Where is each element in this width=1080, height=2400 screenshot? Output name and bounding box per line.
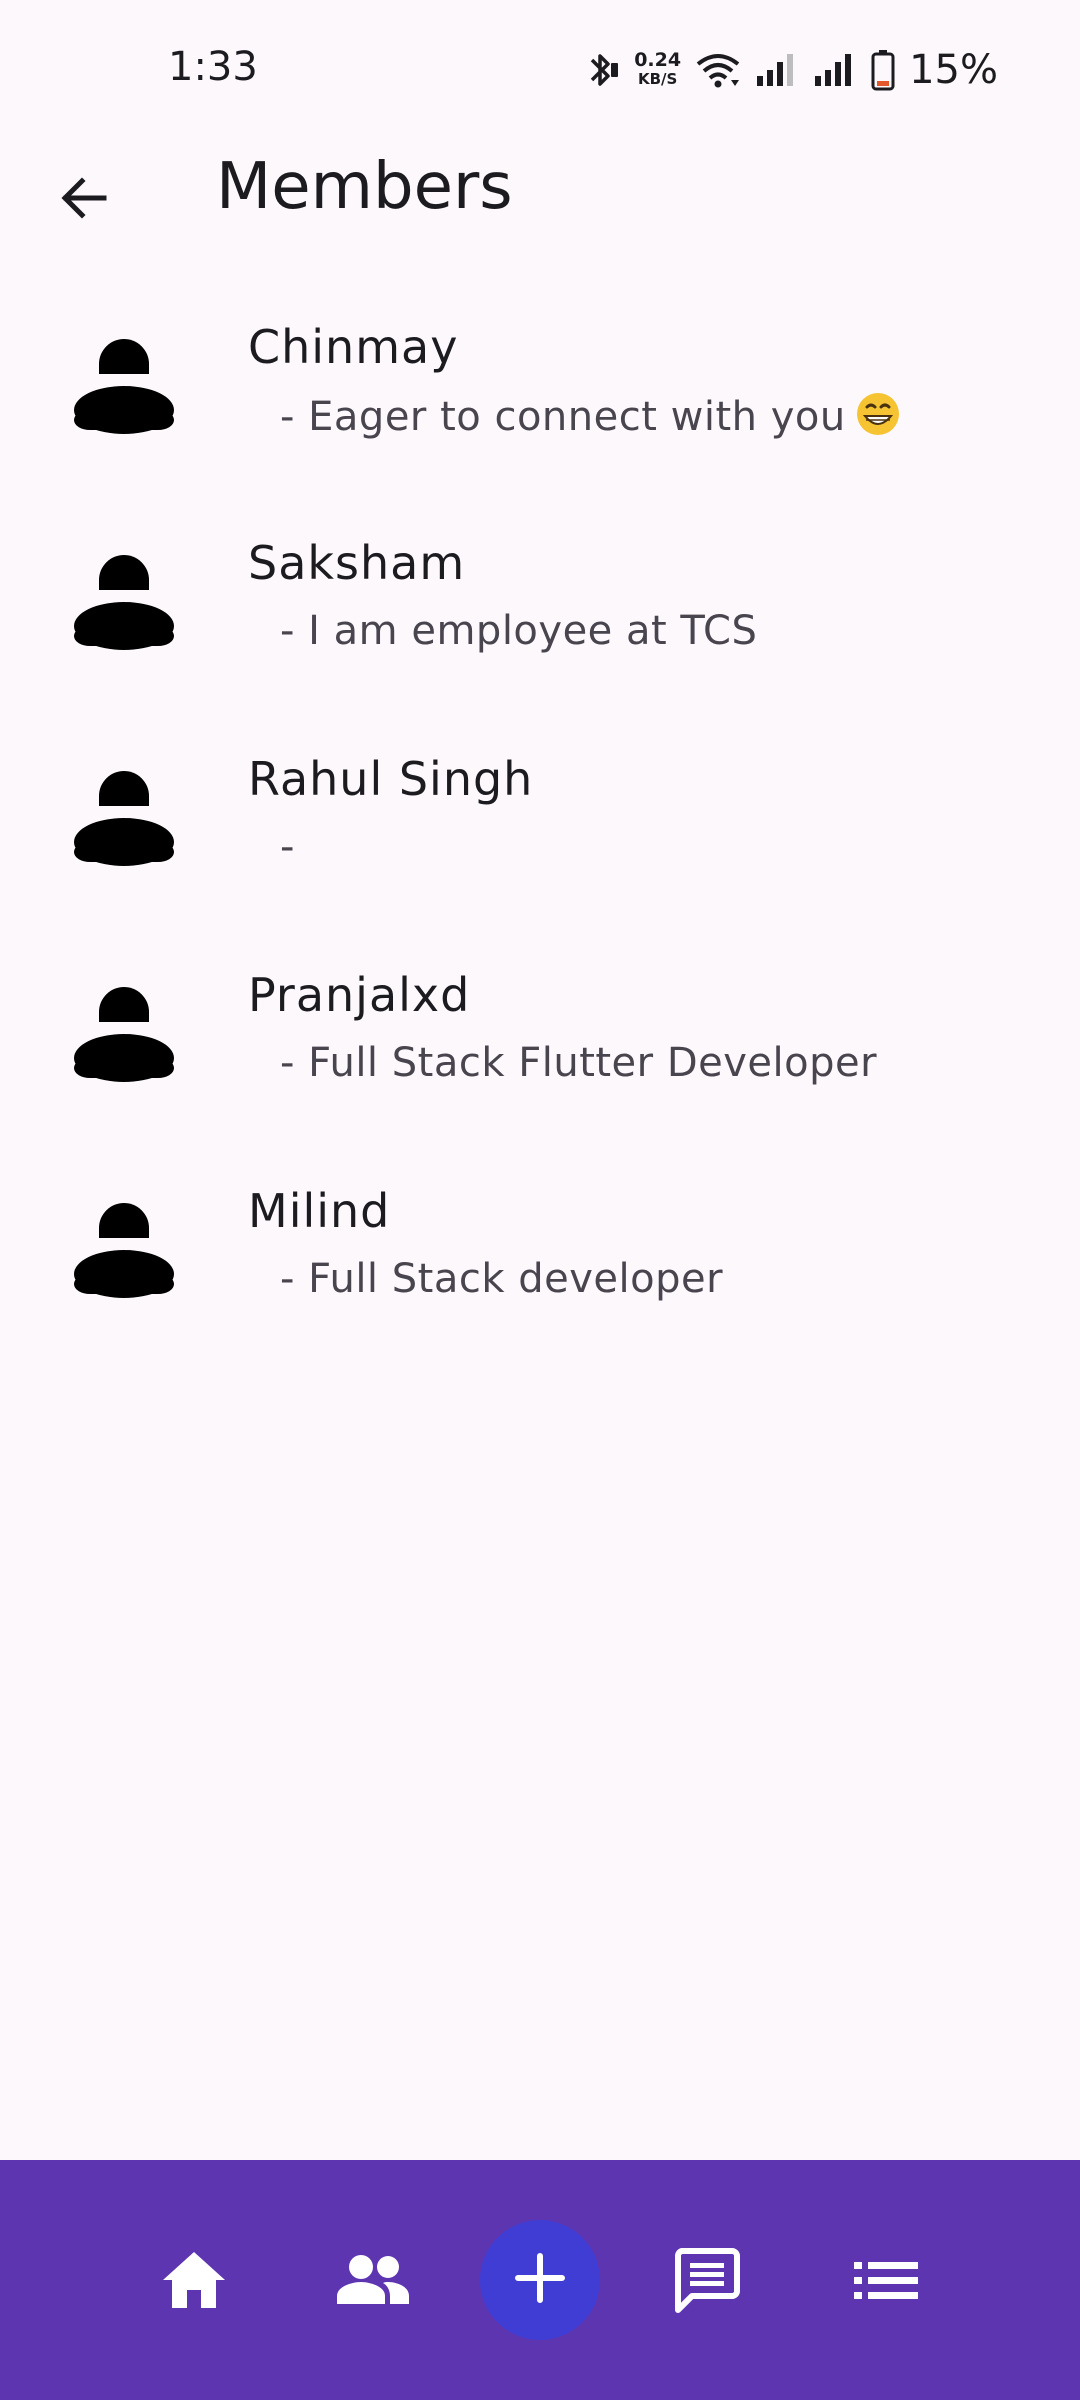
status-time: 1:33	[168, 44, 258, 90]
member-name: Pranjalxd	[248, 968, 471, 1022]
add-button[interactable]	[480, 2220, 600, 2340]
list-item[interactable]: Rahul Singh -	[0, 722, 1080, 938]
page-title: Members	[216, 150, 513, 224]
member-bio-text: - Eager to connect with you	[280, 394, 846, 440]
member-name: Saksham	[248, 536, 466, 590]
person-icon	[72, 546, 176, 650]
people-icon	[336, 2254, 410, 2310]
signal-icon	[755, 52, 799, 88]
back-button[interactable]	[36, 152, 132, 248]
battery-percent: 15%	[909, 47, 998, 93]
nav-list-button[interactable]	[826, 2222, 946, 2342]
battery-icon	[871, 49, 895, 91]
members-screen: 1:33 0.24 KB/S 15% Members Chinmay - Eag…	[0, 0, 1080, 2400]
nav-home-button[interactable]	[134, 2222, 254, 2342]
person-icon	[72, 330, 176, 434]
status-bar: 1:33 0.24 KB/S 15%	[0, 0, 1080, 140]
member-bio: - I am employee at TCS	[280, 608, 758, 654]
signal-icon	[813, 52, 857, 88]
grinning-face-icon	[856, 392, 900, 436]
home-icon	[161, 2250, 227, 2314]
bluetooth-icon	[584, 50, 620, 90]
member-bio: - Eager to connect with you	[280, 392, 900, 440]
net-speed: 0.24 KB/S	[634, 51, 681, 89]
list-icon	[854, 2260, 918, 2304]
add-icon	[514, 2252, 566, 2308]
list-item[interactable]: Milind - Full Stack developer	[0, 1154, 1080, 1370]
member-bio: - Full Stack Flutter Developer	[280, 1040, 878, 1086]
member-list: Chinmay - Eager to connect with you Saks…	[0, 290, 1080, 1370]
list-item[interactable]: Chinmay - Eager to connect with you	[0, 290, 1080, 506]
person-icon	[72, 1194, 176, 1298]
person-icon	[72, 978, 176, 1082]
arrow-back-icon	[58, 172, 110, 228]
member-bio: - Full Stack developer	[280, 1256, 724, 1302]
wifi-icon	[695, 50, 741, 90]
chat-icon	[674, 2247, 740, 2317]
app-bar: Members	[0, 140, 1080, 240]
bottom-nav	[0, 2160, 1080, 2400]
nav-chat-button[interactable]	[647, 2222, 767, 2342]
nav-people-button[interactable]	[313, 2222, 433, 2342]
member-name: Rahul Singh	[248, 752, 534, 806]
person-icon	[72, 762, 176, 866]
net-speed-value: 0.24	[634, 49, 682, 71]
member-bio: -	[280, 824, 295, 870]
member-name: Milind	[248, 1184, 391, 1238]
member-name: Chinmay	[248, 320, 459, 374]
list-item[interactable]: Pranjalxd - Full Stack Flutter Developer	[0, 938, 1080, 1154]
status-icons: 0.24 KB/S 15%	[584, 44, 998, 96]
net-speed-unit: KB/S	[637, 70, 678, 88]
list-item[interactable]: Saksham - I am employee at TCS	[0, 506, 1080, 722]
